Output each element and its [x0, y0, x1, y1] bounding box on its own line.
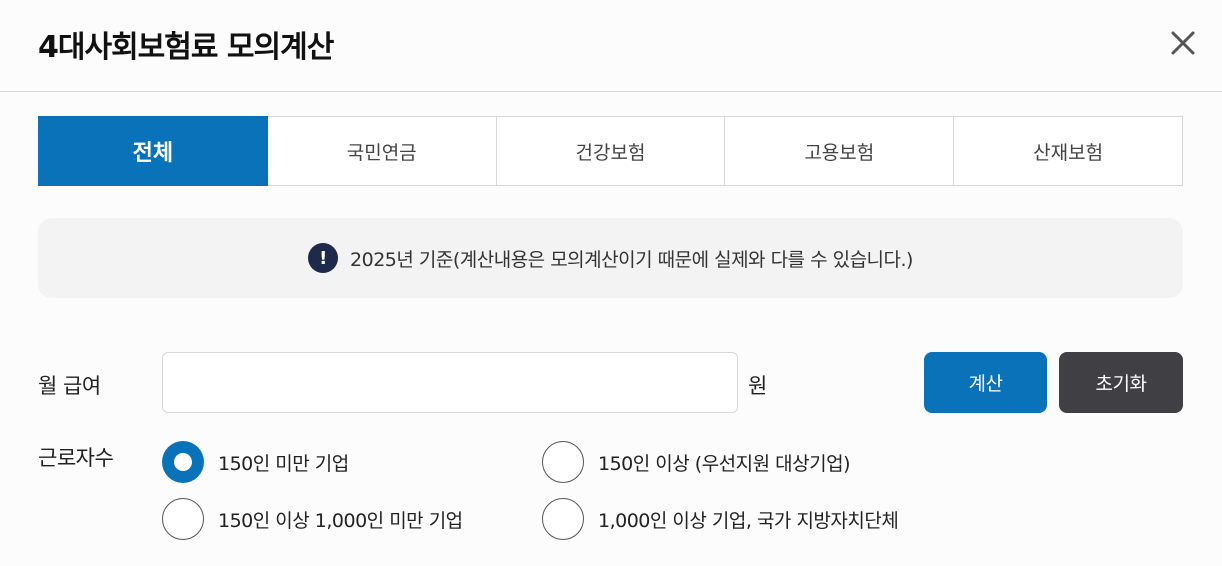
salary-input[interactable]	[162, 352, 738, 413]
radio-label: 150인 미만 기업	[218, 452, 349, 475]
tab-employment-insurance[interactable]: 고용보험	[725, 116, 955, 186]
radio-label: 1,000인 이상 기업, 국가 지방자치단체	[598, 509, 899, 532]
radio-checked-icon[interactable]	[162, 441, 204, 483]
radio-unchecked-icon[interactable]	[542, 498, 584, 540]
salary-label: 월 급여	[38, 374, 101, 398]
radio-label: 150인 이상 1,000인 미만 기업	[218, 509, 463, 532]
notice-text: 2025년 기준(계산내용은 모의계산이기 때문에 실제와 다를 수 있습니다.…	[350, 248, 913, 271]
modal-title: 4대사회보험료 모의계산	[38, 30, 334, 65]
salary-unit: 원	[748, 374, 768, 398]
exclamation-icon: !	[308, 243, 339, 273]
tab-industrial-accident-insurance[interactable]: 산재보험	[954, 116, 1183, 186]
radio-150-plus-priority[interactable]: 150인 이상 (우선지원 대상기업)	[542, 441, 851, 483]
radio-150-to-1000[interactable]: 150인 이상 1,000인 미만 기업	[162, 498, 463, 540]
tab-all[interactable]: 전체	[38, 116, 268, 186]
tab-national-pension[interactable]: 국민연금	[267, 116, 497, 186]
notice-box: ! 2025년 기준(계산내용은 모의계산이기 때문에 실제와 다를 수 있습니…	[38, 218, 1183, 298]
close-icon[interactable]	[1164, 24, 1202, 62]
radio-1000-plus-government[interactable]: 1,000인 이상 기업, 국가 지방자치단체	[542, 498, 899, 540]
calculate-button[interactable]: 계산	[924, 352, 1047, 413]
radio-unchecked-icon[interactable]	[542, 441, 584, 483]
workers-label: 근로자수	[38, 446, 114, 470]
insurance-tabs: 전체 국민연금 건강보험 고용보험 산재보험	[38, 116, 1183, 186]
radio-label: 150인 이상 (우선지원 대상기업)	[598, 452, 851, 475]
reset-button[interactable]: 초기화	[1059, 352, 1183, 413]
radio-under-150[interactable]: 150인 미만 기업	[162, 441, 349, 483]
radio-unchecked-icon[interactable]	[162, 498, 204, 540]
tab-health-insurance[interactable]: 건강보험	[496, 116, 726, 186]
modal-header: 4대사회보험료 모의계산	[0, 0, 1222, 92]
